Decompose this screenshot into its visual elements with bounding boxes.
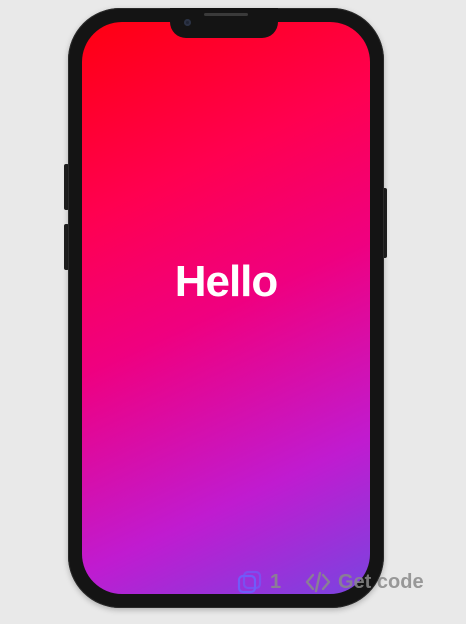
code-icon [305, 571, 331, 593]
front-camera-icon [184, 19, 191, 26]
speaker-grille [204, 13, 248, 16]
copies-counter[interactable]: 1 [236, 566, 281, 598]
layers-icon [237, 570, 262, 594]
get-code-label: Get code [338, 570, 424, 593]
hello-heading: Hello [174, 257, 279, 306]
copies-count: 1 [270, 570, 282, 593]
canvas: Hello 1 Get code [0, 0, 466, 624]
get-code-button[interactable]: Get code [304, 566, 424, 598]
